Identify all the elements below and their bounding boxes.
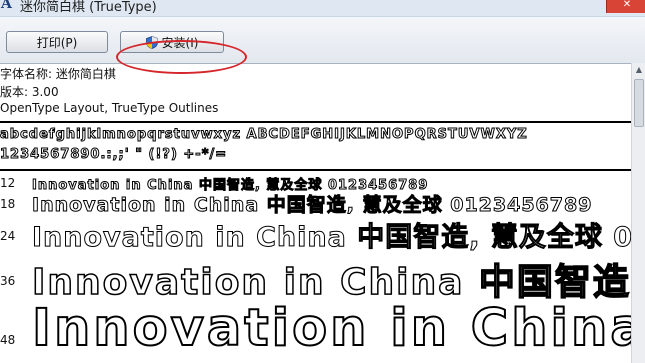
- sample-36: Innovation in China 中国智造, 慧及全球: [31, 261, 631, 304]
- title-bar: A 迷你简白棋 (TrueType) ✕: [0, 0, 645, 17]
- uac-shield-icon: [145, 35, 158, 49]
- charset-symbols: 1234567890.:,;' " (!?) +-*/=: [0, 147, 228, 163]
- divider-bottom: [0, 169, 631, 171]
- font-preview: 字体名称: 迷你简白棋 版本: 3.00 OpenType Layout, Tr…: [0, 63, 631, 363]
- sample-18: Innovation in China 中国智造, 慧及全球 012345678…: [31, 194, 593, 217]
- divider-top: [0, 121, 631, 123]
- vertical-scrollbar[interactable]: ▲: [631, 63, 645, 363]
- window-title: 迷你简白棋 (TrueType): [20, 0, 157, 15]
- scroll-up-arrow-icon[interactable]: ▲: [632, 63, 645, 77]
- sample-24: Innovation in China 中国智造, 慧及全球 012345678…: [31, 222, 631, 254]
- print-button-label: 打印(P): [36, 35, 78, 50]
- close-button[interactable]: ✕: [606, 0, 645, 13]
- toolbar: 打印(P) 安装(I): [0, 17, 645, 74]
- install-button[interactable]: 安装(I): [120, 31, 224, 53]
- font-type-line: OpenType Layout, TrueType Outlines: [0, 101, 219, 115]
- font-app-icon: A: [1, 0, 12, 12]
- font-name-line: 字体名称: 迷你简白棋: [0, 67, 116, 81]
- size-label-12: 12: [0, 176, 16, 190]
- scroll-thumb[interactable]: [634, 79, 644, 127]
- size-label-24: 24: [0, 229, 16, 243]
- size-label-18: 18: [0, 197, 16, 211]
- font-version-line: 版本: 3.00: [0, 85, 59, 99]
- sample-48: Innovation in China: [31, 298, 631, 359]
- close-icon: ✕: [622, 0, 632, 10]
- size-label-48: 48: [0, 333, 16, 347]
- print-button[interactable]: 打印(P): [6, 31, 108, 53]
- charset-letters: abcdefghijklmnopqrstuvwxyz ABCDEFGHIJKLM…: [0, 127, 528, 143]
- size-label-36: 36: [0, 274, 16, 288]
- install-button-label: 安装(I): [161, 35, 199, 50]
